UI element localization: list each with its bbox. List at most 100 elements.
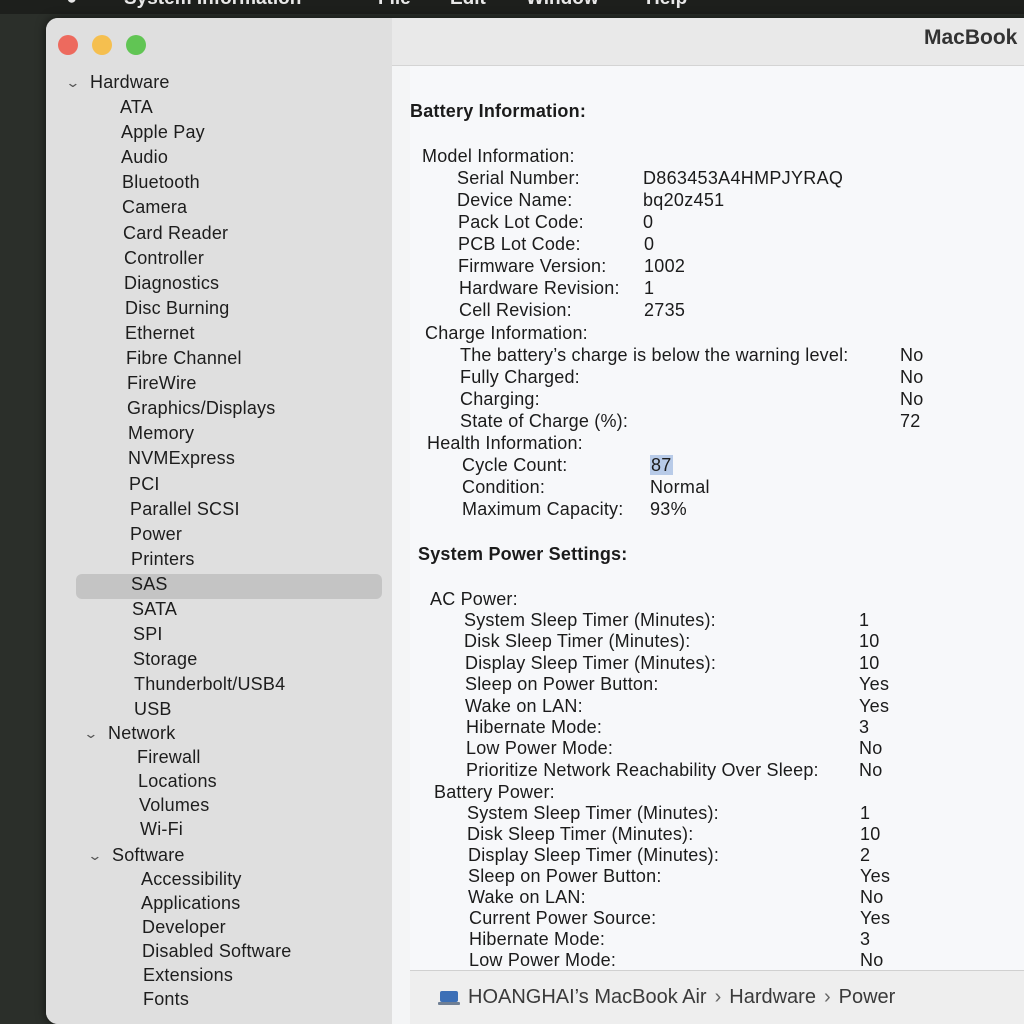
property-label: Maximum Capacity: <box>462 499 624 519</box>
property-value: Yes <box>859 696 890 716</box>
sidebar-item[interactable]: Disabled Software <box>142 941 291 962</box>
laptop-icon <box>438 990 460 1005</box>
sidebar-item[interactable]: Card Reader <box>123 223 228 244</box>
sidebar-item[interactable]: PCI <box>129 474 160 495</box>
property-value: 1 <box>859 610 870 630</box>
sidebar-item[interactable]: Power <box>130 524 182 545</box>
path-section[interactable]: Hardware <box>729 986 816 1009</box>
sidebar-item[interactable]: Camera <box>122 197 187 218</box>
sidebar-item[interactable]: Storage <box>133 649 197 670</box>
property-value: Yes <box>860 908 891 928</box>
property-label: System Sleep Timer (Minutes): <box>467 803 719 823</box>
path-separator: › <box>823 986 831 1008</box>
zoom-button[interactable] <box>126 35 146 55</box>
group-label: Hardware <box>90 72 170 92</box>
path-computer[interactable]: HOANGHAI’s MacBook Air <box>468 986 707 1009</box>
sidebar-item[interactable]: Wi-Fi <box>140 819 183 840</box>
sidebar-item[interactable]: Graphics/Displays <box>127 398 275 419</box>
sidebar-item[interactable]: SAS <box>131 574 168 595</box>
sidebar-item[interactable]: Developer <box>142 917 226 938</box>
sidebar-item[interactable]: Diagnostics <box>124 273 219 294</box>
sidebar-item[interactable]: Controller <box>124 248 204 269</box>
close-button[interactable] <box>58 35 78 55</box>
property-label: Cell Revision: <box>459 300 572 320</box>
sidebar-group-software[interactable]: ⌄ Software <box>87 845 185 866</box>
property-label: Fully Charged: <box>460 367 580 387</box>
property-label: Low Power Mode: <box>466 738 614 758</box>
sidebar-item[interactable]: Ethernet <box>125 323 195 344</box>
chevron-down-icon[interactable]: ⌄ <box>87 848 107 864</box>
chevron-down-icon[interactable]: ⌄ <box>65 75 85 91</box>
selected-row-highlight <box>76 574 382 599</box>
property-value: 93% <box>650 499 687 519</box>
sidebar-item[interactable]: Locations <box>138 771 217 792</box>
sidebar-item[interactable]: Thunderbolt/USB4 <box>134 674 285 695</box>
menu-file[interactable]: File <box>378 0 411 10</box>
sidebar-group-network[interactable]: ⌄ Network <box>83 723 175 744</box>
property-value: 1 <box>644 278 655 298</box>
property-value: 0 <box>644 234 655 254</box>
sidebar-item[interactable]: Printers <box>131 549 195 570</box>
property-label: PCB Lot Code: <box>458 234 581 254</box>
path-bar: HOANGHAI’s MacBook Air › Hardware › Powe… <box>410 970 1024 1024</box>
sidebar-item[interactable]: Memory <box>128 423 194 444</box>
sidebar-item[interactable]: NVMExpress <box>128 448 235 469</box>
property-label: Hardware Revision: <box>459 278 620 298</box>
property-label: Prioritize Network Reachability Over Sle… <box>466 760 819 780</box>
sidebar-item[interactable]: FireWire <box>127 373 197 394</box>
property-label: Condition: <box>462 477 546 497</box>
property-value: No <box>900 367 924 387</box>
menu-edit[interactable]: Edit <box>450 0 486 10</box>
subsection-heading: Model Information: <box>422 146 575 166</box>
property-value: 1002 <box>644 256 686 276</box>
property-label: Disk Sleep Timer (Minutes): <box>464 631 691 651</box>
property-label: Serial Number: <box>457 168 580 188</box>
detail-content[interactable]: Battery Information: Model Information: Se… <box>410 66 1024 970</box>
property-value: No <box>900 389 924 409</box>
sidebar-item[interactable]: Firewall <box>137 747 201 768</box>
property-value: 3 <box>860 929 871 949</box>
sidebar-item[interactable]: Fibre Channel <box>126 348 242 369</box>
property-value: No <box>860 887 884 907</box>
group-label: Software <box>112 845 185 865</box>
property-label: Low Power Mode: <box>469 950 617 970</box>
property-value: Normal <box>650 477 710 497</box>
minimize-button[interactable] <box>92 35 112 55</box>
property-value: 72 <box>900 411 921 431</box>
path-item[interactable]: Power <box>839 986 896 1009</box>
path-separator: › <box>714 986 722 1008</box>
sidebar-group-hardware[interactable]: ⌄ Hardware <box>65 72 170 93</box>
subsection-heading: Health Information: <box>427 433 583 453</box>
system-information-window: ⌄ Hardware ATA Apple Pay Audio Bluetooth Camer… <box>46 18 1024 1024</box>
window-title: MacBook <box>924 26 1018 49</box>
menu-help[interactable]: Help <box>646 0 687 10</box>
subsection-heading: AC Power: <box>430 589 518 609</box>
property-label: Sleep on Power Button: <box>465 674 659 694</box>
sidebar-item[interactable]: Parallel SCSI <box>130 499 240 520</box>
menu-app-name[interactable]: System Information <box>124 0 301 10</box>
titlebar: MacBook <box>392 18 1024 66</box>
sidebar-item[interactable]: Fonts <box>143 989 189 1010</box>
property-value: 3 <box>859 717 870 737</box>
sidebar-item[interactable]: SATA <box>132 599 177 620</box>
sidebar-item[interactable]: Volumes <box>139 795 209 816</box>
sidebar-item[interactable]: Disc Burning <box>125 298 229 319</box>
property-value: 0 <box>643 212 654 232</box>
property-value: 2735 <box>644 300 686 320</box>
property-label: The battery’s charge is below the warnin… <box>460 345 849 365</box>
sidebar-item[interactable]: Audio <box>121 147 168 168</box>
sidebar-item[interactable]: ATA <box>120 97 153 118</box>
sidebar-item[interactable]: Extensions <box>143 965 233 986</box>
sidebar-item[interactable]: Apple Pay <box>121 122 205 143</box>
sidebar-item[interactable]: Applications <box>141 893 240 914</box>
chevron-down-icon[interactable]: ⌄ <box>83 726 103 742</box>
sidebar-item[interactable]: Bluetooth <box>122 172 200 193</box>
apple-menu-icon[interactable]: ● <box>66 0 77 10</box>
menu-window[interactable]: Window <box>526 0 599 10</box>
property-label: Wake on LAN: <box>468 887 586 907</box>
property-value: 1 <box>860 803 871 823</box>
section-heading: System Power Settings: <box>418 544 628 564</box>
sidebar-item[interactable]: SPI <box>133 624 163 645</box>
sidebar-item[interactable]: Accessibility <box>141 869 242 890</box>
sidebar-item[interactable]: USB <box>134 699 172 720</box>
